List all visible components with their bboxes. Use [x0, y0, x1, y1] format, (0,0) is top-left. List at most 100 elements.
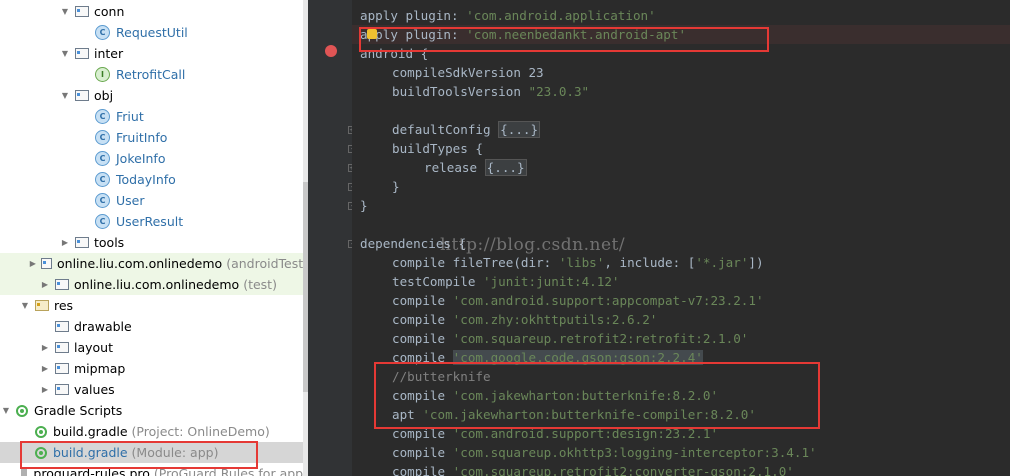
- class-icon: C: [95, 151, 110, 166]
- tree-item[interactable]: C Friut: [0, 106, 308, 127]
- code-line[interactable]: release {...}: [424, 158, 527, 177]
- code-line[interactable]: compile 'com.android.support:appcompat-v…: [392, 291, 764, 310]
- code-token: defaultConfig: [392, 122, 499, 137]
- tree-item[interactable]: C FruitInfo: [0, 127, 308, 148]
- code-token: , include: [: [604, 255, 696, 270]
- tree-item[interactable]: build.gradle (Project: OnlineDemo): [0, 421, 308, 442]
- code-token: buildTypes {: [392, 141, 483, 156]
- folder-icon: [55, 384, 69, 395]
- folder-icon: [55, 342, 69, 353]
- folder-icon: [75, 6, 89, 17]
- tree-item-label: obj: [94, 88, 114, 103]
- class-icon: C: [95, 214, 110, 229]
- tree-item[interactable]: ▼ Gradle Scripts: [0, 400, 308, 421]
- tree-item-label: RetrofitCall: [116, 67, 186, 82]
- breakpoint-icon[interactable]: [325, 45, 337, 57]
- folder-icon: [55, 363, 69, 374]
- chevron-right-icon[interactable]: ▶: [39, 280, 51, 289]
- tree-item-label: FruitInfo: [116, 130, 168, 145]
- gradle-icon: [16, 404, 28, 417]
- folded-region[interactable]: {...}: [498, 121, 541, 138]
- code-token: 'com.android.support:appcompat-v7:23.2.1…: [452, 293, 764, 308]
- chevron-right-icon[interactable]: ▶: [59, 238, 71, 247]
- code-token: "23.0.3": [528, 84, 590, 99]
- tree-item[interactable]: ▼ inter: [0, 43, 308, 64]
- chevron-down-icon[interactable]: ▼: [59, 49, 71, 58]
- annotation-box-butterknife: [374, 362, 820, 429]
- tree-item-suffix: (test): [243, 277, 277, 292]
- code-line[interactable]: compileSdkVersion 23: [392, 63, 544, 82]
- code-token: buildToolsVersion: [392, 84, 529, 99]
- tree-item[interactable]: ▼ obj: [0, 85, 308, 106]
- code-line[interactable]: defaultConfig {...}: [392, 120, 541, 139]
- class-icon: C: [95, 172, 110, 187]
- code-line[interactable]: }: [360, 196, 368, 215]
- code-token: compile: [392, 445, 453, 460]
- chevron-down-icon[interactable]: ▼: [0, 406, 12, 415]
- tree-item-label: UserResult: [116, 214, 184, 229]
- code-token: compile: [392, 331, 453, 346]
- tree-item[interactable]: C RequestUtil: [0, 22, 308, 43]
- tree-item[interactable]: ▼ res: [0, 295, 308, 316]
- code-line[interactable]: buildToolsVersion "23.0.3": [392, 82, 589, 101]
- tree-item[interactable]: I RetrofitCall: [0, 64, 308, 85]
- watermark: http://blog.csdn.net/: [440, 235, 626, 255]
- tree-item-label: conn: [94, 4, 125, 19]
- code-line[interactable]: }: [392, 177, 400, 196]
- folder-icon: [41, 258, 52, 269]
- tree-item[interactable]: C JokeInfo: [0, 148, 308, 169]
- code-line[interactable]: compile fileTree(dir: 'libs', include: […: [392, 253, 764, 272]
- folded-region[interactable]: {...}: [484, 159, 527, 176]
- tree-item-label: values: [74, 382, 115, 397]
- tree-item[interactable]: ▶ mipmap: [0, 358, 308, 379]
- chevron-right-icon[interactable]: ▶: [39, 364, 51, 373]
- tree-item[interactable]: C User: [0, 190, 308, 211]
- resource-folder-icon: [35, 300, 49, 311]
- tree-item[interactable]: ▶ values: [0, 379, 308, 400]
- chevron-down-icon[interactable]: ▼: [59, 7, 71, 16]
- code-token: compile: [392, 312, 453, 327]
- chevron-right-icon[interactable]: ▶: [39, 385, 51, 394]
- tree-item[interactable]: drawable: [0, 316, 308, 337]
- code-token: 'com.squareup.okhttp3:logging-intercepto…: [452, 445, 817, 460]
- tree-item-label: tools: [94, 235, 125, 250]
- code-line[interactable]: apply plugin: 'com.android.application': [360, 6, 656, 25]
- folder-icon: [55, 279, 69, 290]
- tree-item-suffix: (Project: OnlineDemo): [131, 424, 270, 439]
- tree-item[interactable]: C TodayInfo: [0, 169, 308, 190]
- tree-item-label: User: [116, 193, 145, 208]
- tree-item-label: Friut: [116, 109, 144, 124]
- code-line[interactable]: compile 'com.squareup.retrofit2:retrofit…: [392, 329, 748, 348]
- code-line[interactable]: compile 'com.zhy:okhttputils:2.6.2': [392, 310, 657, 329]
- tree-item[interactable]: ▶ online.liu.com.onlinedemo (androidTest): [0, 253, 308, 274]
- code-token: compile: [392, 464, 453, 476]
- code-line[interactable]: compile 'com.squareup.retrofit2:converte…: [392, 462, 794, 476]
- tree-item-label: layout: [74, 340, 114, 355]
- tree-item-label: TodayInfo: [116, 172, 176, 187]
- editor-gutter: +-+---: [308, 0, 356, 476]
- code-line[interactable]: testCompile 'junit:junit:4.12': [392, 272, 619, 291]
- tree-item-label: online.liu.com.onlinedemo: [57, 256, 223, 271]
- chevron-down-icon[interactable]: ▼: [59, 91, 71, 100]
- tree-item[interactable]: ▶ tools: [0, 232, 308, 253]
- chevron-right-icon[interactable]: ▶: [39, 343, 51, 352]
- code-token: dir:: [520, 255, 559, 270]
- tree-item[interactable]: ▶ online.liu.com.onlinedemo (test): [0, 274, 308, 295]
- code-line[interactable]: buildTypes {: [392, 139, 483, 158]
- tree-item-label: inter: [94, 46, 124, 61]
- project-panel: ▼ conn C RequestUtil ▼ inter I RetrofitCall ▼ obj…: [0, 0, 308, 476]
- code-token: 'com.zhy:okhttputils:2.6.2': [452, 312, 658, 327]
- class-icon: C: [95, 130, 110, 145]
- annotation-box-apt-plugin: [359, 27, 769, 52]
- annotation-box-module-gradle: [20, 441, 258, 469]
- tree-item[interactable]: ▼ conn: [0, 1, 308, 22]
- code-line[interactable]: compile 'com.squareup.okhttp3:logging-in…: [392, 443, 817, 462]
- tree-item[interactable]: ▶ layout: [0, 337, 308, 358]
- tree-item-suffix: (androidTest): [226, 256, 308, 271]
- chevron-down-icon[interactable]: ▼: [19, 301, 31, 310]
- tree-item-label: JokeInfo: [116, 151, 166, 166]
- tree-item-label: Gradle Scripts: [34, 403, 123, 418]
- tree-item[interactable]: C UserResult: [0, 211, 308, 232]
- code-token: testCompile: [392, 274, 483, 289]
- chevron-right-icon[interactable]: ▶: [28, 259, 37, 268]
